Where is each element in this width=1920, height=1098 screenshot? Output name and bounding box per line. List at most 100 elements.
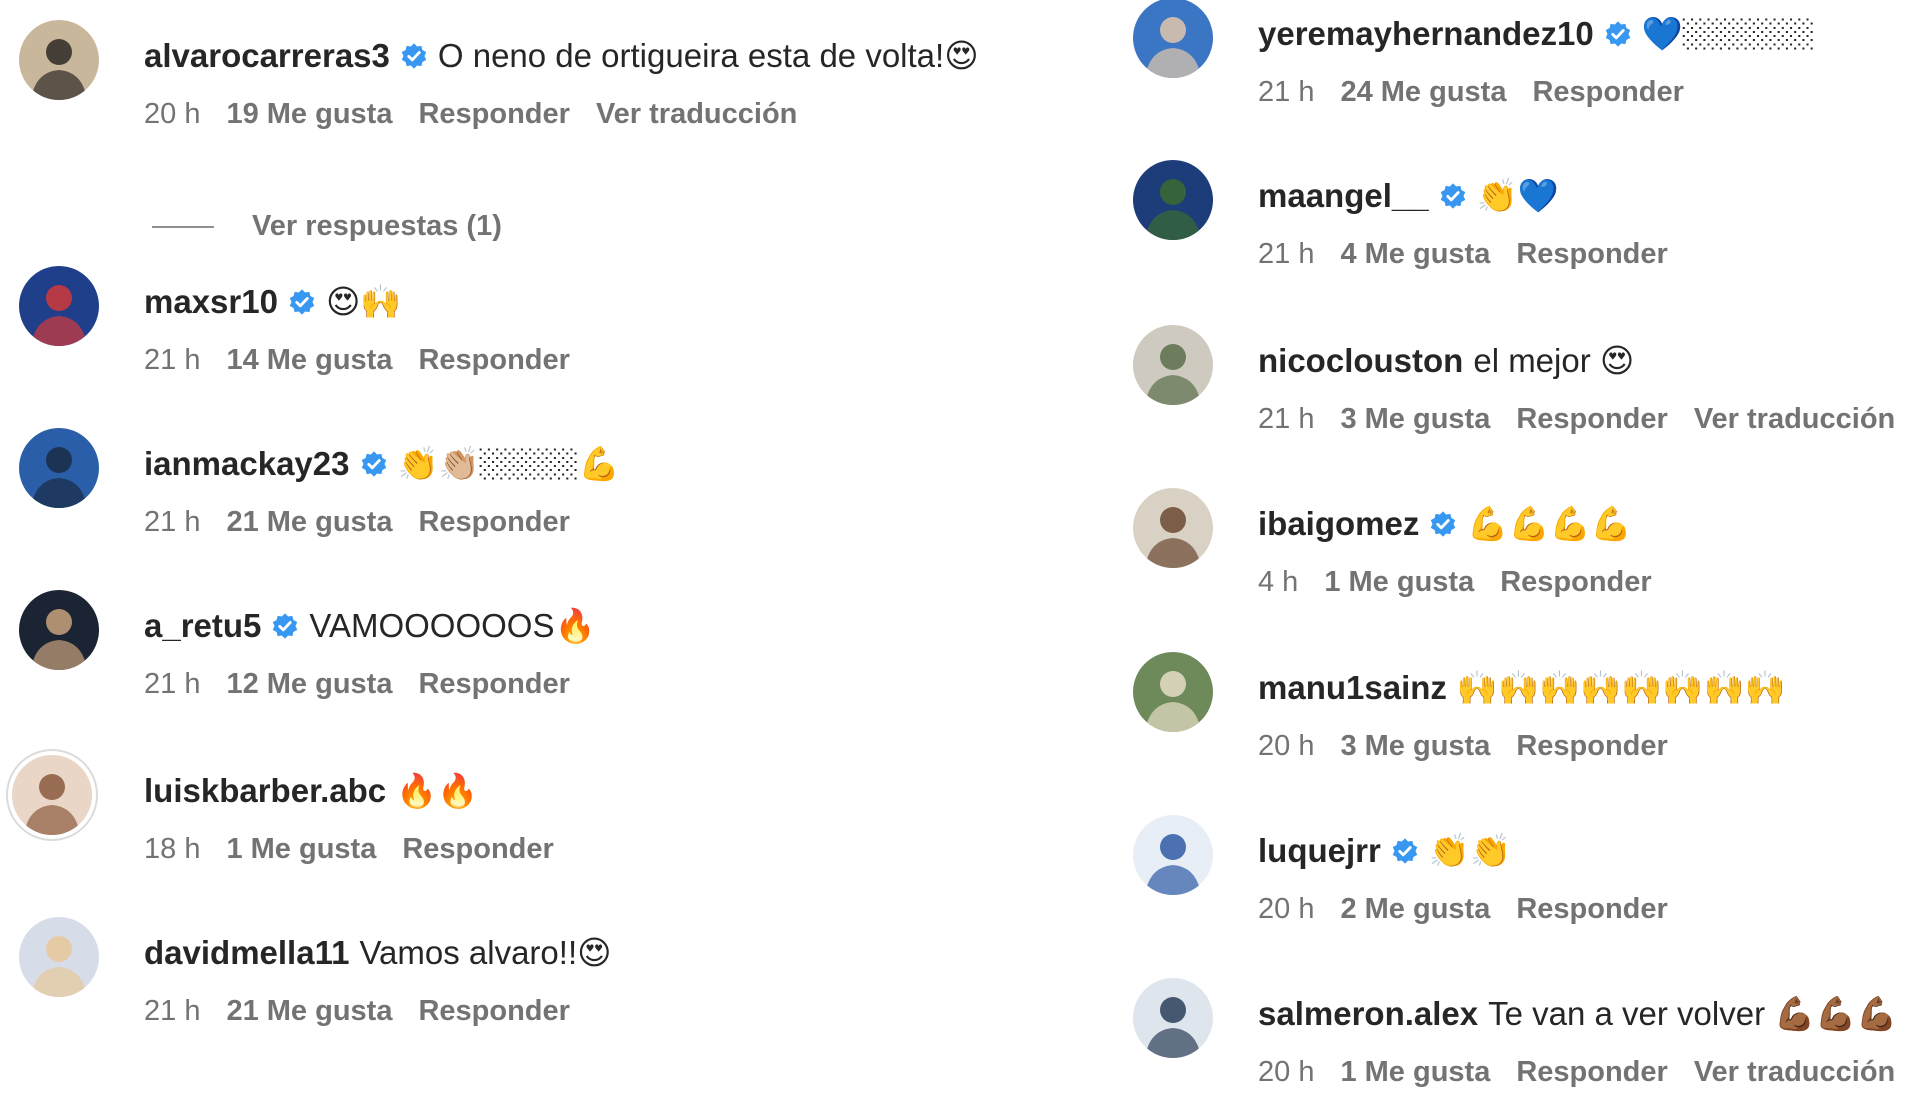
likes-count[interactable]: 1 Me gusta — [1340, 1056, 1490, 1088]
comment-timestamp[interactable]: 4 h — [1258, 566, 1298, 598]
comment-timestamp[interactable]: 20 h — [1258, 1056, 1314, 1088]
comment-body: 🔥🔥 — [396, 772, 479, 809]
comment-meta: 21 h 21 Me gusta Responder — [144, 993, 596, 1029]
comment-text-line: maangel__ 👏💙 — [1258, 176, 1559, 216]
reply-button[interactable]: Responder — [1500, 566, 1651, 598]
avatar[interactable] — [19, 428, 99, 508]
username-link[interactable]: a_retu5 — [144, 607, 261, 644]
comment-text-line: alvarocarreras3 O neno de ortigueira esta… — [144, 36, 979, 76]
reply-button[interactable]: Responder — [1516, 403, 1667, 435]
comment-text-line: maxsr10 😍🙌 — [144, 282, 401, 322]
comment-text-line: luiskbarber.abc 🔥🔥 — [144, 771, 478, 811]
comment-meta: 20 h 2 Me gusta Responder — [1258, 891, 1694, 927]
comment-timestamp[interactable]: 21 h — [1258, 76, 1314, 108]
username-link[interactable]: ianmackay23 — [144, 445, 350, 482]
comment-body: VAMOOOOOOS🔥 — [309, 607, 596, 644]
avatar[interactable] — [1133, 325, 1213, 405]
verified-badge-icon — [1604, 17, 1632, 47]
reply-button[interactable]: Responder — [1516, 730, 1667, 762]
avatar[interactable] — [1133, 160, 1213, 240]
comment-meta: 21 h 14 Me gusta Responder — [144, 342, 596, 378]
username-link[interactable]: alvarocarreras3 — [144, 37, 390, 74]
username-link[interactable]: davidmella11 — [144, 934, 349, 971]
likes-count[interactable]: 21 Me gusta — [226, 506, 392, 538]
avatar[interactable] — [1133, 488, 1213, 568]
comment-timestamp[interactable]: 21 h — [1258, 403, 1314, 435]
avatar[interactable] — [1133, 978, 1213, 1058]
comment-timestamp[interactable]: 21 h — [144, 995, 200, 1027]
comment-timestamp[interactable]: 21 h — [144, 344, 200, 376]
avatar[interactable] — [19, 590, 99, 670]
verified-badge-icon — [1429, 507, 1457, 537]
comment-text-line: ianmackay23 👏👏🏼🏼🏼🏼💪 — [144, 444, 620, 484]
comment-timestamp[interactable]: 20 h — [144, 98, 200, 130]
replies-divider — [152, 226, 214, 229]
comment-meta: 21 h 4 Me gusta Responder — [1258, 236, 1694, 272]
username-link[interactable]: luquejrr — [1258, 832, 1381, 869]
comment-body: 🙌🙌🙌🙌🙌🙌🙌🙌 — [1456, 669, 1786, 706]
avatar[interactable] — [1133, 815, 1213, 895]
see-translation-button[interactable]: Ver traducción — [1694, 1056, 1895, 1088]
likes-count[interactable]: 1 Me gusta — [1324, 566, 1474, 598]
likes-count[interactable]: 21 Me gusta — [226, 995, 392, 1027]
comment-timestamp[interactable]: 21 h — [1258, 238, 1314, 270]
reply-button[interactable]: Responder — [1516, 238, 1667, 270]
reply-button[interactable]: Responder — [1516, 1056, 1667, 1088]
likes-count[interactable]: 3 Me gusta — [1340, 403, 1490, 435]
reply-button[interactable]: Responder — [418, 98, 569, 130]
username-link[interactable]: salmeron.alex — [1258, 995, 1478, 1032]
see-translation-button[interactable]: Ver traducción — [596, 98, 797, 130]
comment-timestamp[interactable]: 21 h — [144, 668, 200, 700]
avatar[interactable] — [19, 266, 99, 346]
comment-body: 👏👏🏼🏼🏼🏼💪 — [397, 445, 620, 482]
comment-meta: 21 h 3 Me gusta Responder Ver traducción — [1258, 401, 1920, 437]
comment-meta: 4 h 1 Me gusta Responder — [1258, 564, 1678, 600]
verified-badge-icon — [360, 447, 388, 477]
reply-button[interactable]: Responder — [418, 668, 569, 700]
likes-count[interactable]: 1 Me gusta — [226, 833, 376, 865]
comment-timestamp[interactable]: 21 h — [144, 506, 200, 538]
likes-count[interactable]: 14 Me gusta — [226, 344, 392, 376]
username-link[interactable]: maangel__ — [1258, 177, 1429, 214]
comment-meta: 21 h 21 Me gusta Responder — [144, 504, 596, 540]
comment-body: el mejor 😍 — [1473, 342, 1635, 379]
username-link[interactable]: manu1sainz — [1258, 669, 1447, 706]
avatar[interactable] — [1133, 0, 1213, 78]
likes-count[interactable]: 19 Me gusta — [226, 98, 392, 130]
likes-count[interactable]: 4 Me gusta — [1340, 238, 1490, 270]
username-link[interactable]: maxsr10 — [144, 283, 278, 320]
comment-meta: 18 h 1 Me gusta Responder — [144, 831, 580, 867]
reply-button[interactable]: Responder — [1532, 76, 1683, 108]
see-replies-label: Ver respuestas (1) — [252, 210, 502, 242]
comment-text-line: salmeron.alex Te van a ver volver 💪🏾💪🏾💪🏾 — [1258, 994, 1898, 1034]
see-translation-button[interactable]: Ver traducción — [1694, 403, 1895, 435]
username-link[interactable]: ibaigomez — [1258, 505, 1419, 542]
comment-text-line: nicoclouston el mejor 😍 — [1258, 341, 1634, 381]
comment-meta: 20 h 1 Me gusta Responder Ver traducción — [1258, 1054, 1920, 1090]
comment-body: 👏👏 — [1428, 832, 1512, 869]
username-link[interactable]: luiskbarber.abc — [144, 772, 386, 809]
likes-count[interactable]: 2 Me gusta — [1340, 893, 1490, 925]
comment-timestamp[interactable]: 20 h — [1258, 730, 1314, 762]
likes-count[interactable]: 24 Me gusta — [1340, 76, 1506, 108]
username-link[interactable]: yeremayhernandez10 — [1258, 15, 1594, 52]
avatar[interactable] — [12, 755, 92, 835]
avatar[interactable] — [19, 20, 99, 100]
username-link[interactable]: nicoclouston — [1258, 342, 1463, 379]
see-replies-button[interactable]: Ver respuestas (1) — [152, 210, 502, 243]
comment-body: 👏💙 — [1476, 177, 1559, 214]
comment-body: 💪💪💪💪 — [1467, 505, 1632, 542]
reply-button[interactable]: Responder — [418, 995, 569, 1027]
reply-button[interactable]: Responder — [1516, 893, 1667, 925]
avatar[interactable] — [19, 917, 99, 997]
reply-button[interactable]: Responder — [418, 344, 569, 376]
likes-count[interactable]: 12 Me gusta — [226, 668, 392, 700]
reply-button[interactable]: Responder — [402, 833, 553, 865]
comment-body: O neno de ortigueira esta de volta!😍 — [437, 37, 979, 74]
comment-timestamp[interactable]: 20 h — [1258, 893, 1314, 925]
comment-timestamp[interactable]: 18 h — [144, 833, 200, 865]
likes-count[interactable]: 3 Me gusta — [1340, 730, 1490, 762]
reply-button[interactable]: Responder — [418, 506, 569, 538]
avatar[interactable] — [1133, 652, 1213, 732]
comment-meta: 21 h 24 Me gusta Responder — [1258, 74, 1710, 110]
